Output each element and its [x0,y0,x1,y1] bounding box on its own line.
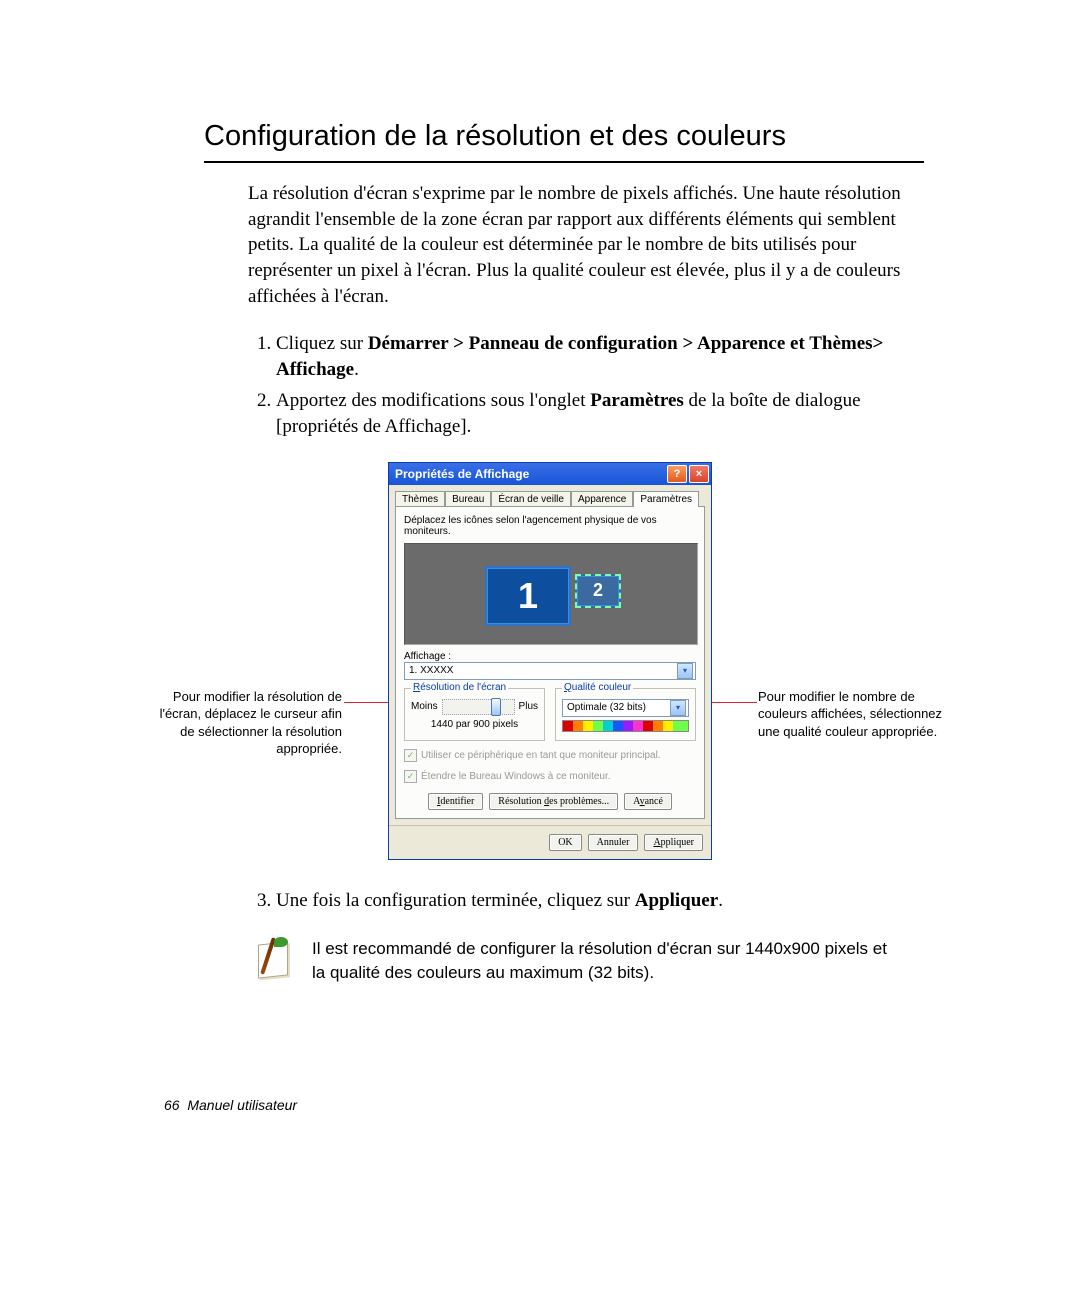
figure: Pour modifier la résolution de l'écran, … [168,462,888,860]
checkbox-icon: ✓ [404,749,417,762]
dialog-titlebar[interactable]: Propriétés de Affichage ? × [389,463,711,485]
tab-screensaver[interactable]: Écran de veille [491,491,571,507]
dialog-title: Propriétés de Affichage [395,467,665,481]
color-quality-value: Optimale (32 bits) [567,702,646,713]
callout-left: Pour modifier la résolution de l'écran, … [152,688,342,758]
slider-thumb[interactable] [491,698,501,716]
footer-title: Manuel utilisateur [187,1097,297,1113]
step-3-text-c: . [718,890,723,911]
troubleshoot-button[interactable]: Résolution des problèmes... [489,793,618,810]
display-label: Affichage : [404,651,696,662]
tab-themes[interactable]: Thèmes [395,491,445,507]
step-1-text-a: Cliquez sur [276,333,368,354]
monitor-1[interactable]: 1 [485,566,571,626]
step-2-text-a: Apportez des modifications sous l'onglet [276,390,590,411]
intro-paragraph: La résolution d'écran s'exprime par le n… [248,181,918,309]
tab-appearance[interactable]: Apparence [571,491,633,507]
help-button[interactable]: ? [667,465,687,483]
step-2: Apportez des modifications sous l'onglet… [276,388,936,439]
tabs: Thèmes Bureau Écran de veille Apparence … [395,491,705,507]
step-3-bold: Appliquer [635,890,718,911]
monitor-2[interactable]: 2 [575,574,621,608]
dialog-footer-buttons: OK Annuler Appliquer [389,825,711,859]
steps-list-continued: Une fois la configuration terminée, cliq… [248,888,936,914]
callout-right: Pour modifier le nombre de couleurs affi… [758,688,948,741]
step-2-bold: Paramètres [590,390,684,411]
note-icon [256,937,294,977]
checkbox-primary-monitor: ✓ Utiliser ce périphérique en tant que m… [404,749,696,762]
tab-bureau[interactable]: Bureau [445,491,491,507]
note: Il est recommandé de configurer la résol… [256,937,930,985]
checkbox-primary-label: Utiliser ce périphérique en tant que mon… [421,750,661,761]
steps-list: Cliquez sur Démarrer > Panneau de config… [248,331,936,440]
group-resolution: Résolution de l'écran Moins Plus 1440 pa… [404,688,545,741]
slider-more-label: Plus [519,701,538,712]
group-resolution-title: Résolution de l'écran [411,682,508,693]
identify-button[interactable]: Identifier [428,793,483,810]
close-button[interactable]: × [689,465,709,483]
display-select[interactable]: 1. XXXXX ▾ [404,662,696,680]
step-1-text-c: . [354,359,359,380]
arrange-instruction: Déplacez les icônes selon l'agencement p… [404,515,696,537]
apply-button[interactable]: Appliquer [644,834,703,851]
color-spectrum [562,720,689,732]
step-3: Une fois la configuration terminée, cliq… [276,888,936,914]
group-color-quality: Qualité couleur Optimale (32 bits) ▾ [555,688,696,741]
checkbox-extend-desktop: ✓ Étendre le Bureau Windows à ce moniteu… [404,770,696,783]
display-properties-dialog: Propriétés de Affichage ? × Thèmes Burea… [388,462,712,860]
step-1: Cliquez sur Démarrer > Panneau de config… [276,331,936,382]
resolution-slider[interactable] [442,699,515,715]
ok-button[interactable]: OK [549,834,581,851]
section-heading: Configuration de la résolution et des co… [204,120,924,163]
note-text: Il est recommandé de configurer la résol… [312,937,902,985]
chevron-down-icon[interactable]: ▾ [670,700,686,716]
chevron-down-icon[interactable]: ▾ [677,663,693,679]
checkbox-icon: ✓ [404,770,417,783]
cancel-button[interactable]: Annuler [588,834,639,851]
step-1-bold: Démarrer > Panneau de configuration > Ap… [276,333,883,380]
group-color-title: Qualité couleur [562,682,633,693]
resolution-value: 1440 par 900 pixels [411,719,538,730]
page-footer: 66 Manuel utilisateur [164,1097,297,1113]
slider-less-label: Moins [411,701,438,712]
dialog-body: Thèmes Bureau Écran de veille Apparence … [389,485,711,825]
page: Configuration de la résolution et des co… [0,0,1080,1309]
monitor-arrangement[interactable]: 1 2 [404,543,698,645]
display-select-value: 1. XXXXX [409,665,453,676]
advanced-button[interactable]: Avancé [624,793,672,810]
page-number: 66 [164,1097,180,1113]
color-quality-select[interactable]: Optimale (32 bits) ▾ [562,699,689,717]
checkbox-extend-label: Étendre le Bureau Windows à ce moniteur. [421,771,611,782]
tab-panel-settings: Déplacez les icônes selon l'agencement p… [395,506,705,819]
step-3-text-a: Une fois la configuration terminée, cliq… [276,890,635,911]
tab-settings[interactable]: Paramètres [633,491,699,507]
